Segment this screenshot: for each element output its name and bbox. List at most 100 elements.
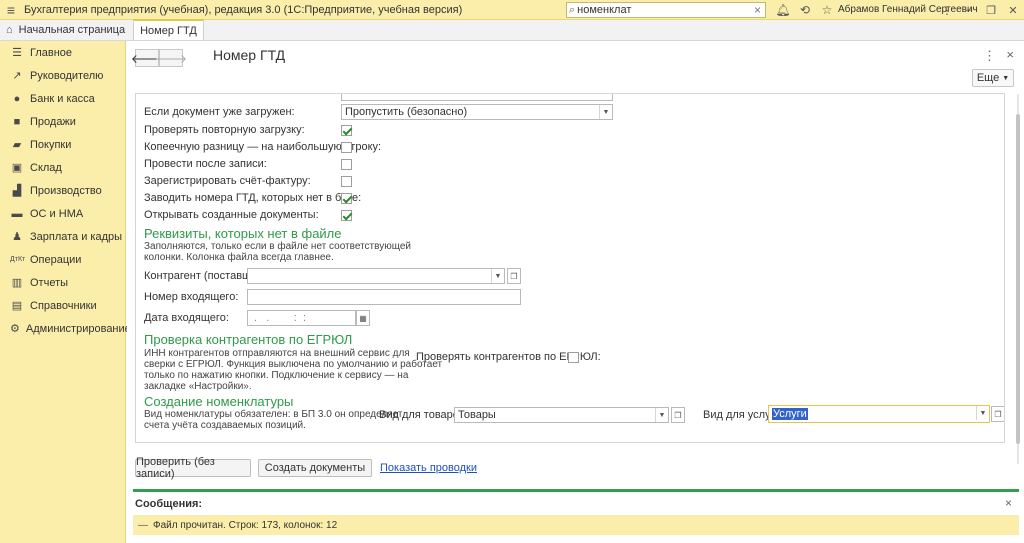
nav-buttons: 🡐 🡒 (131, 49, 187, 67)
sidebar-item-glavnoe[interactable]: ☰ Главное (0, 41, 125, 64)
search-value: номенклат (577, 4, 632, 16)
clear-search-icon[interactable]: × (754, 3, 761, 17)
main-menu-icon[interactable]: ≡ (0, 0, 22, 20)
more-button[interactable]: Еще ▼ (972, 69, 1014, 87)
create-gtd-numbers-checkbox[interactable] (341, 193, 352, 204)
forward-button[interactable]: 🡒 (155, 49, 187, 67)
open-created-docs-checkbox[interactable] (341, 210, 352, 221)
option-row: Заводить номера ГТД, которых нет в базе: (144, 190, 361, 206)
sidebar-item-label: Операции (30, 253, 82, 266)
sidebar-item-proizvodstvo[interactable]: ▟ Производство (0, 179, 125, 202)
sidebar-item-label: Производство (30, 184, 102, 197)
scrolled-field[interactable] (341, 94, 613, 101)
sidebar-item-pokupki[interactable]: ▰ Покупки (0, 133, 125, 156)
egrul-hint-4: закладке «Настройки». (144, 381, 252, 392)
post-after-save-checkbox[interactable] (341, 159, 352, 170)
nomenclature-section-title: Создание номенклатуры (144, 394, 294, 409)
option-label: Открывать созданные документы: (144, 209, 319, 221)
incoming-number-input[interactable] (247, 289, 521, 305)
counterparty-select[interactable]: ▼ (247, 268, 505, 284)
book-icon: ▤ (11, 300, 23, 312)
titlebar-tools: 🔔︎ ⟲ ☆ (772, 0, 838, 20)
check-repeat-load-checkbox[interactable] (341, 125, 352, 136)
tab-active-label: Номер ГТД (140, 24, 197, 37)
kopeck-difference-checkbox[interactable] (341, 142, 352, 153)
chart-icon: ↗ (12, 70, 22, 82)
sidebar-item-spravochniki[interactable]: ▤ Справочники (0, 294, 125, 317)
sidebar: ☰ Главное ↗ Руководителю ● Банк и касса ■ Пр… (0, 41, 131, 543)
scrollbar-thumb[interactable] (1016, 114, 1020, 444)
sidebar-item-rukovoditelyu[interactable]: ↗ Руководителю (0, 64, 125, 87)
chevron-down-icon[interactable]: ▼ (599, 105, 612, 119)
sidebar-item-prodazhi[interactable]: ■ Продажи (0, 110, 125, 133)
sidebar-item-label: Продажи (30, 115, 76, 128)
nomenclature-hint-1: Вид номенклатуры обязателен: в БП 3.0 он… (144, 409, 403, 420)
sidebar-item-label: ОС и НМА (30, 207, 84, 220)
star-icon[interactable]: ☆ (816, 3, 838, 17)
sidebar-item-zarplata[interactable]: ♟ Зарплата и кадры (0, 225, 125, 248)
box-icon: ▣ (11, 162, 23, 174)
option-label: Зарегистрировать счёт-фактуру: (144, 175, 311, 187)
sidebar-item-label: Банк и касса (30, 92, 95, 105)
truck-icon: ▬ (11, 207, 23, 220)
goods-kind-value: Товары (458, 409, 496, 421)
services-kind-row: Вид для услуг: (703, 407, 778, 423)
chevron-down-icon: ▼ (1002, 74, 1010, 82)
goods-kind-select[interactable]: Товары ▼ (454, 407, 669, 423)
sidebar-item-bank[interactable]: ● Банк и касса (0, 87, 125, 110)
message-text: Файл прочитан. Строк: 173, колонок: 12 (153, 519, 338, 531)
register-invoice-checkbox[interactable] (341, 176, 352, 187)
chevron-down-icon[interactable]: ▼ (976, 406, 989, 420)
requisites-hint-2: колонки. Колонка файла всегда главнее. (144, 252, 334, 263)
bar-chart-icon: ▥ (11, 277, 23, 289)
incoming-date-input[interactable]: . . : : (247, 310, 356, 326)
settings-panel[interactable]: Если документ уже загружен: Пропустить (… (135, 93, 1005, 443)
factory-icon: ▟ (12, 185, 22, 197)
sidebar-item-os-nma[interactable]: ▬ ОС и НМА (0, 202, 125, 225)
check-no-save-button[interactable]: Проверить (без записи) (135, 456, 251, 480)
tab-home-label: Начальная страница (18, 24, 126, 36)
history-icon[interactable]: ⟲ (794, 3, 816, 17)
sidebar-item-administrirovanie[interactable]: ⚙ Администрирование (0, 317, 131, 340)
bell-icon[interactable]: 🔔︎ (772, 3, 794, 17)
message-item[interactable]: — Файл прочитан. Строк: 173, колонок: 12 (133, 515, 1019, 535)
show-postings-link[interactable]: Показать проводки (380, 462, 477, 474)
panel-scrollbar[interactable] (1014, 94, 1022, 464)
close-window-icon[interactable]: ✕ (1002, 4, 1024, 17)
messages-divider (133, 489, 1019, 492)
services-kind-open-icon[interactable]: ❐ (991, 406, 1004, 422)
form-menu-dots-icon[interactable]: ⋮ (983, 48, 996, 64)
requisites-section-title: Реквизиты, которых нет в файле (144, 226, 342, 241)
sidebar-item-otchety[interactable]: ▥ Отчеты (0, 271, 125, 294)
minimize-icon[interactable]: – (958, 4, 980, 16)
services-kind-label: Вид для услуг: (703, 409, 778, 421)
create-documents-button[interactable]: Создать документы (258, 459, 372, 477)
egrul-check-checkbox[interactable] (568, 352, 579, 363)
restore-icon[interactable]: ❐ (980, 4, 1002, 17)
option-row: Проверять повторную загрузку: (144, 122, 305, 138)
arrow-right-icon: 🡒 (154, 51, 188, 66)
chevron-down-icon[interactable]: ▼ (491, 269, 504, 283)
counterparty-open-icon[interactable]: ❐ (507, 268, 521, 284)
menu-dots-icon[interactable]: ⋮ (936, 4, 958, 17)
sidebar-item-sklad[interactable]: ▣ Склад (0, 156, 125, 179)
sidebar-item-operacii[interactable]: ДтКт Операции (0, 248, 125, 271)
messages-close-icon[interactable]: × (1005, 496, 1012, 510)
gear-icon: ⚙ (10, 323, 20, 335)
dt-kt-icon: ДтКт (10, 256, 26, 263)
sidebar-item-label: Справочники (30, 299, 97, 312)
chevron-down-icon[interactable]: ▼ (655, 408, 668, 422)
form-close-icon[interactable]: × (1006, 47, 1014, 62)
goods-kind-open-icon[interactable]: ❐ (671, 407, 685, 423)
incoming-date-label: Дата входящего: (144, 312, 229, 324)
if-loaded-select[interactable]: Пропустить (безопасно) ▼ (341, 104, 613, 120)
sidebar-item-label: Склад (30, 161, 62, 174)
sidebar-item-label: Покупки (30, 138, 72, 151)
tab-nomer-gtd[interactable]: Номер ГТД (133, 19, 204, 40)
calendar-icon[interactable]: ▦ (356, 310, 370, 326)
sidebar-item-label: Администрирование (25, 322, 131, 335)
services-kind-select[interactable]: Услуги ▼ (768, 405, 990, 423)
global-search-input[interactable]: ⌕ номенклат × (566, 2, 766, 18)
check-button-label: Проверить (без записи) (136, 456, 215, 480)
tab-home[interactable]: ⌂ Начальная страница (0, 20, 133, 40)
